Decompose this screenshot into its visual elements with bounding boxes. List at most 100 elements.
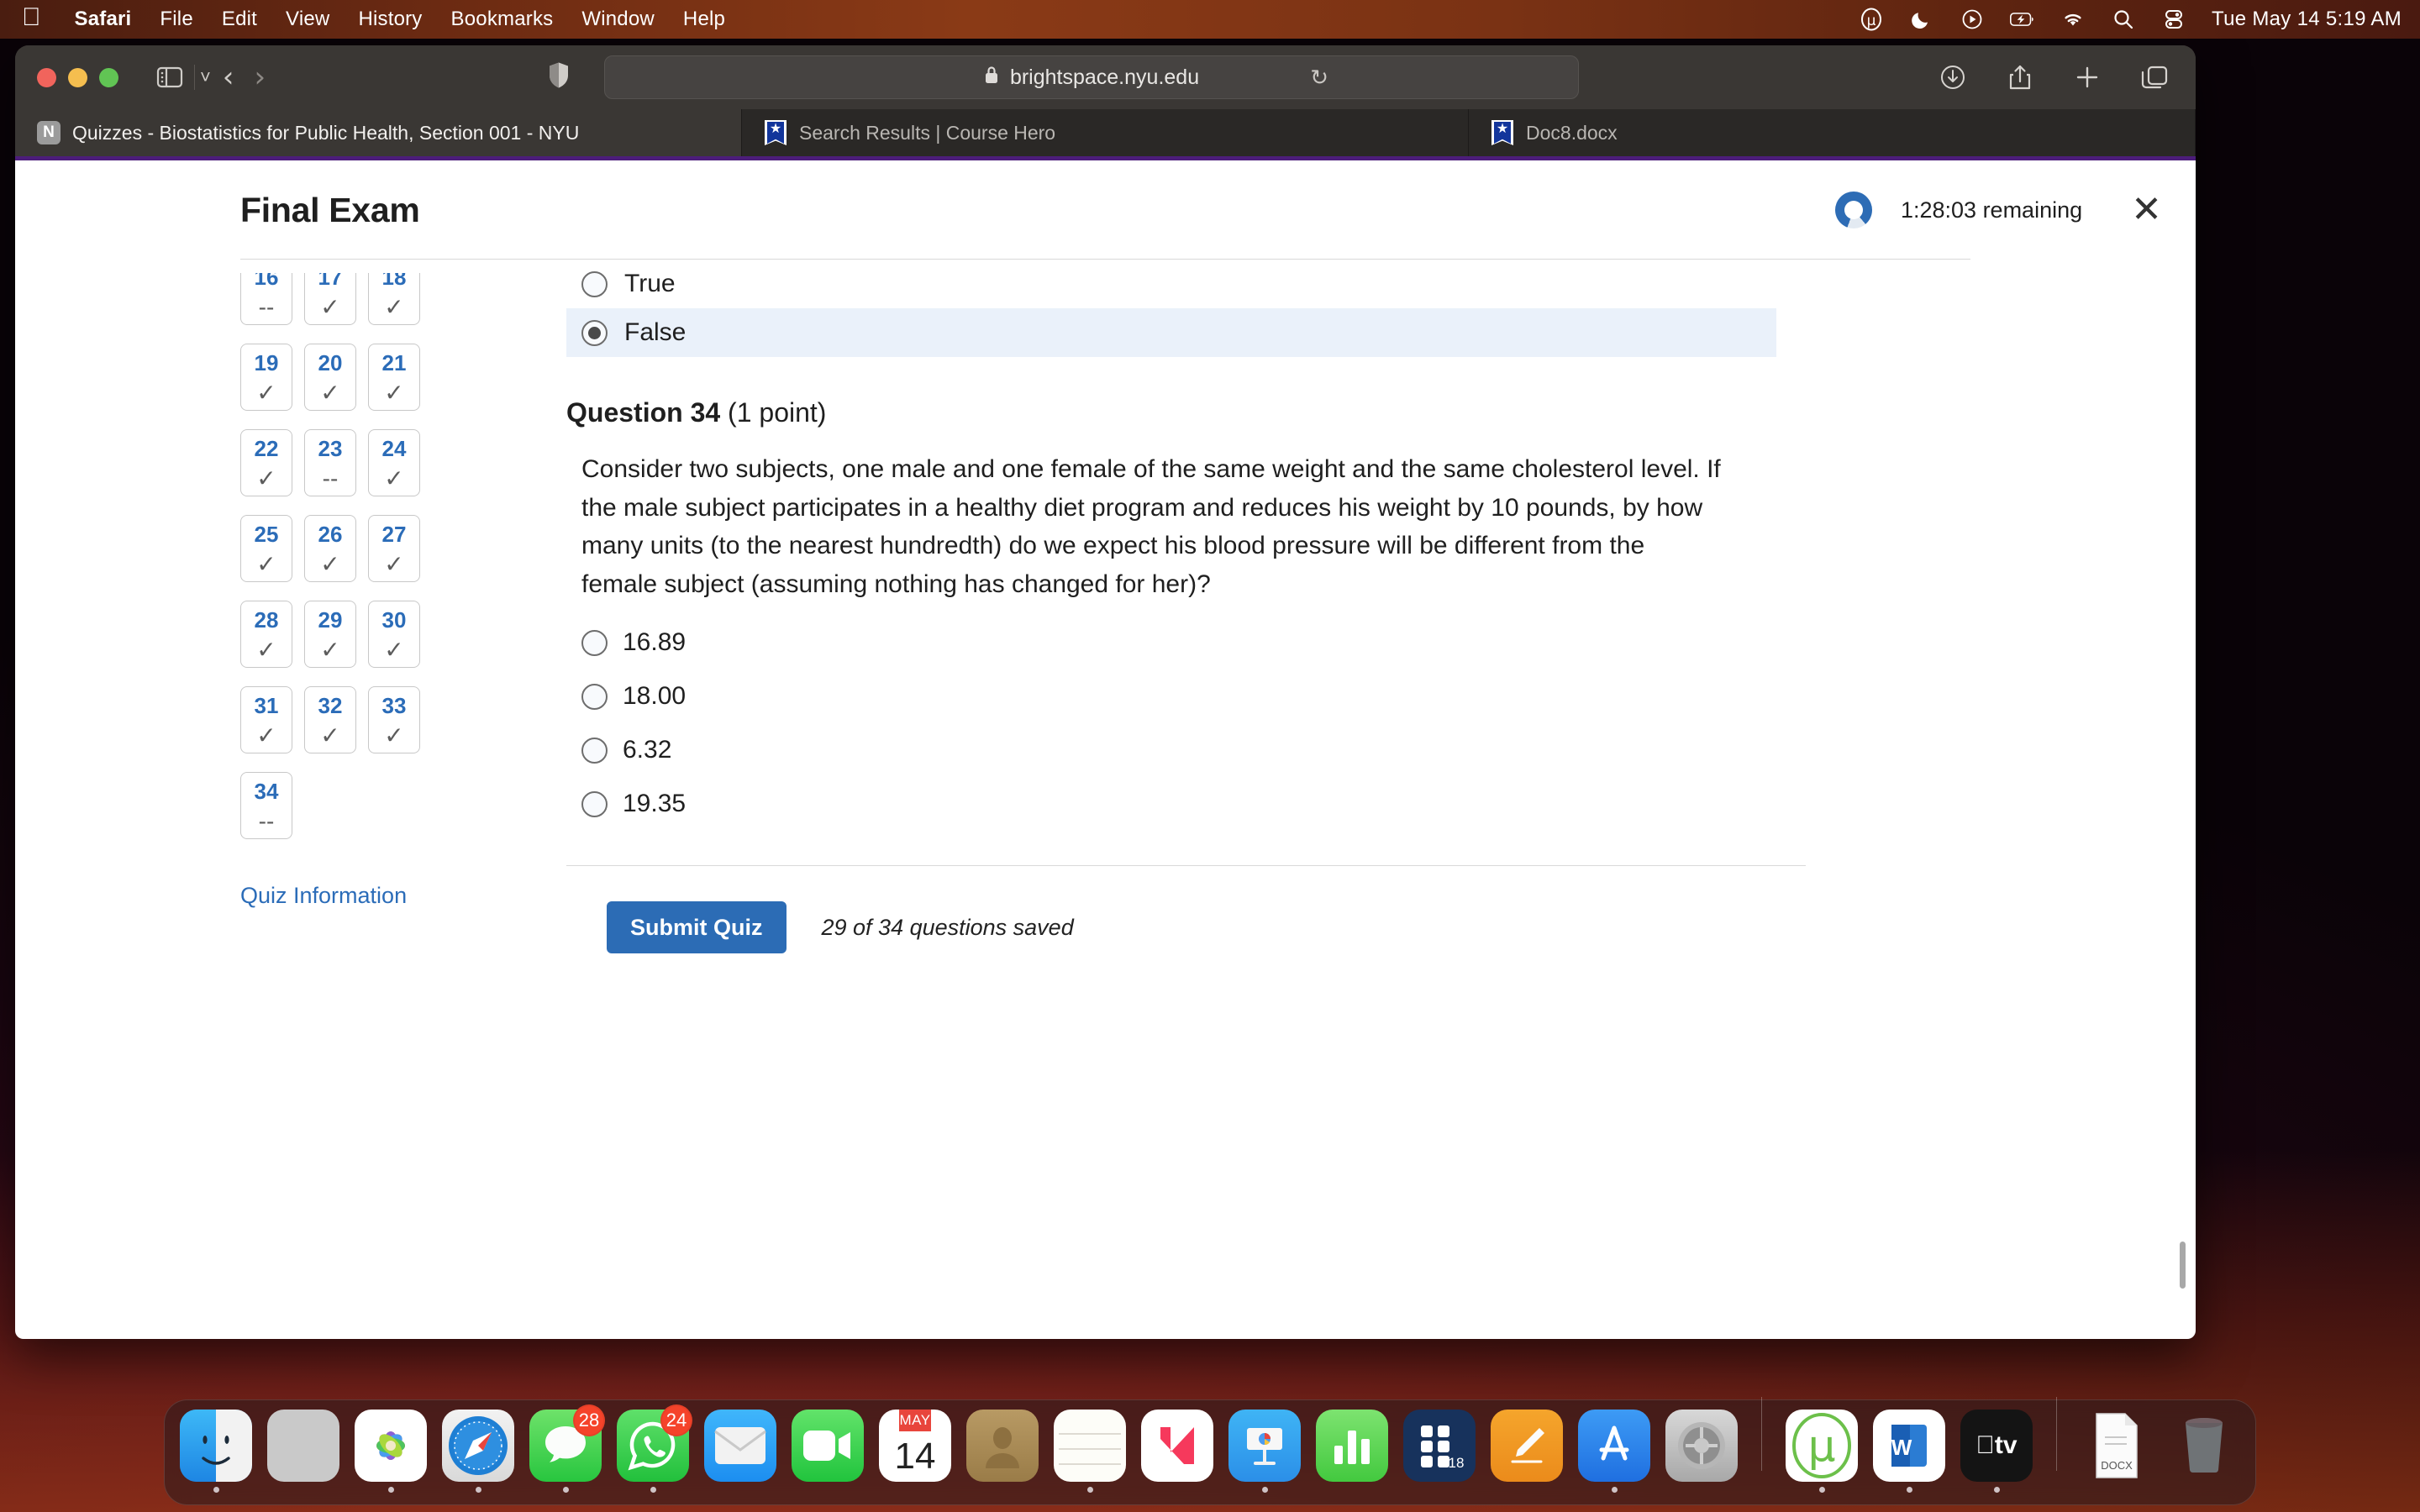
facetime-icon[interactable] (792, 1410, 864, 1482)
answer-row-4[interactable]: 19.35 (581, 790, 1728, 818)
reload-icon[interactable]: ↻ (1310, 65, 1328, 91)
question-tile-30[interactable]: 30 ✓ (368, 601, 420, 668)
dock-item-calendar[interactable]: MAY 14 (879, 1410, 951, 1493)
dock-item-facetime[interactable] (792, 1410, 864, 1493)
dock-item-pages[interactable] (1491, 1410, 1563, 1493)
dock-item-news[interactable] (1141, 1410, 1213, 1493)
dock-item-trash[interactable] (2168, 1410, 2240, 1493)
close-icon[interactable]: ✕ (2131, 192, 2162, 228)
tab-doc8-docx[interactable]: ★ Doc8.docx (1469, 109, 2196, 156)
apple-menu-icon[interactable]:  (22, 5, 41, 30)
play-circle-icon[interactable] (1960, 7, 1985, 32)
dock-item-numbers[interactable] (1316, 1410, 1388, 1493)
news-icon[interactable] (1141, 1410, 1213, 1482)
new-tab-icon[interactable] (2068, 59, 2107, 96)
radio-answer-1[interactable] (581, 629, 608, 656)
utorrent-icon[interactable]: µ (1786, 1410, 1858, 1482)
close-button[interactable] (37, 67, 56, 87)
apple-tv-icon[interactable]: tv (1960, 1410, 2033, 1482)
menu-history[interactable]: History (358, 8, 422, 31)
answer-row-1[interactable]: 16.89 (581, 628, 1728, 657)
radio-true[interactable] (581, 270, 608, 297)
menu-file[interactable]: File (160, 8, 192, 31)
contacts-icon[interactable] (966, 1410, 1039, 1482)
radio-answer-4[interactable] (581, 790, 608, 817)
dock-item-finder[interactable] (180, 1410, 252, 1493)
dock-item-mail[interactable] (704, 1410, 776, 1493)
launchpad-icon[interactable] (267, 1410, 339, 1482)
quiz-information-link[interactable]: Quiz Information (240, 883, 450, 909)
option-row-true[interactable]: True (566, 260, 1776, 308)
menu-help[interactable]: Help (683, 8, 725, 31)
safari-icon[interactable] (442, 1410, 514, 1482)
trash-icon[interactable] (2168, 1410, 2240, 1482)
window-controls[interactable] (37, 67, 118, 87)
dock-item-docx-file[interactable]: DOCX (2081, 1410, 2153, 1493)
photos-icon[interactable] (355, 1410, 427, 1482)
question-tile-18[interactable]: 18 ✓ (368, 273, 420, 325)
question-tile-28[interactable]: 28 ✓ (240, 601, 292, 668)
docx-file-icon[interactable]: DOCX (2081, 1410, 2153, 1482)
menu-view[interactable]: View (286, 8, 329, 31)
answer-row-3[interactable]: 6.32 (581, 736, 1728, 764)
question-tile-29[interactable]: 29 ✓ (304, 601, 356, 668)
pages-icon[interactable] (1491, 1410, 1563, 1482)
tab-quizzes[interactable]: N Quizzes - Biostatistics for Public Hea… (15, 109, 742, 156)
downloads-icon[interactable] (1933, 59, 1972, 96)
app-store-icon[interactable] (1578, 1410, 1650, 1482)
radio-answer-2[interactable] (581, 683, 608, 710)
dock-item-contacts[interactable] (966, 1410, 1039, 1493)
dock-item-word[interactable]: W (1873, 1410, 1945, 1493)
address-bar[interactable]: brightspace.nyu.edu (603, 55, 1579, 99)
numbers-icon[interactable] (1316, 1410, 1388, 1482)
dock-item-keynote[interactable] (1228, 1410, 1301, 1493)
dock-item-messages[interactable]: 28 (529, 1404, 605, 1493)
menu-safari[interactable]: Safari (75, 8, 132, 31)
do-not-disturb-moon-icon[interactable] (1909, 7, 1934, 32)
question-tile-21[interactable]: 21 ✓ (368, 344, 420, 411)
question-tile-19[interactable]: 19 ✓ (240, 344, 292, 411)
gear-icon[interactable] (1665, 1410, 1738, 1482)
utorrent-icon[interactable]: µ (1859, 7, 1884, 32)
question-tile-17[interactable]: 17 ✓ (304, 273, 356, 325)
answer-row-2[interactable]: 18.00 (581, 682, 1728, 711)
minimize-button[interactable] (68, 67, 87, 87)
menu-bookmarks[interactable]: Bookmarks (451, 8, 554, 31)
radio-false[interactable] (581, 319, 608, 346)
question-tile-16[interactable]: 16 -- (240, 273, 292, 325)
question-tile-32[interactable]: 32 ✓ (304, 686, 356, 753)
forward-button[interactable]: › (254, 63, 266, 92)
dock-item-safari[interactable] (442, 1410, 514, 1493)
search-icon[interactable] (2111, 7, 2136, 32)
question-tile-20[interactable]: 20 ✓ (304, 344, 356, 411)
page-scrollbar[interactable] (2180, 1242, 2186, 1289)
chevron-down-icon[interactable]: ˅ (200, 66, 211, 88)
dock-item-utorrent[interactable]: µ (1786, 1410, 1858, 1493)
grid-18-icon[interactable]: 18 (1403, 1410, 1476, 1482)
keynote-icon[interactable] (1228, 1410, 1301, 1482)
dock-item-whatsapp[interactable]: 24 (617, 1404, 692, 1493)
question-tile-33[interactable]: 33 ✓ (368, 686, 420, 753)
radio-answer-3[interactable] (581, 737, 608, 764)
sidebar-icon[interactable] (150, 59, 189, 96)
notes-icon[interactable] (1054, 1410, 1126, 1482)
battery-charging-icon[interactable] (2010, 7, 2035, 32)
dock-item-photos[interactable] (355, 1410, 427, 1493)
dock-item-grid18[interactable]: 18 (1403, 1410, 1476, 1493)
question-tile-34[interactable]: 34 -- (240, 772, 292, 839)
tab-overview-icon[interactable] (2135, 59, 2174, 96)
question-tile-25[interactable]: 25 ✓ (240, 515, 292, 582)
dock-item-launchpad[interactable] (267, 1410, 339, 1493)
option-row-false[interactable]: False (566, 308, 1776, 357)
question-tile-31[interactable]: 31 ✓ (240, 686, 292, 753)
menu-edit[interactable]: Edit (222, 8, 257, 31)
dock-item-settings[interactable] (1665, 1410, 1738, 1493)
finder-icon[interactable] (180, 1410, 252, 1482)
wifi-icon[interactable] (2060, 7, 2086, 32)
control-center-icon[interactable] (2161, 7, 2186, 32)
dock-item-apple-tv[interactable]: tv (1960, 1410, 2033, 1493)
question-tile-27[interactable]: 27 ✓ (368, 515, 420, 582)
zoom-button[interactable] (99, 67, 118, 87)
mail-icon[interactable] (704, 1410, 776, 1482)
shield-icon[interactable] (548, 62, 570, 93)
